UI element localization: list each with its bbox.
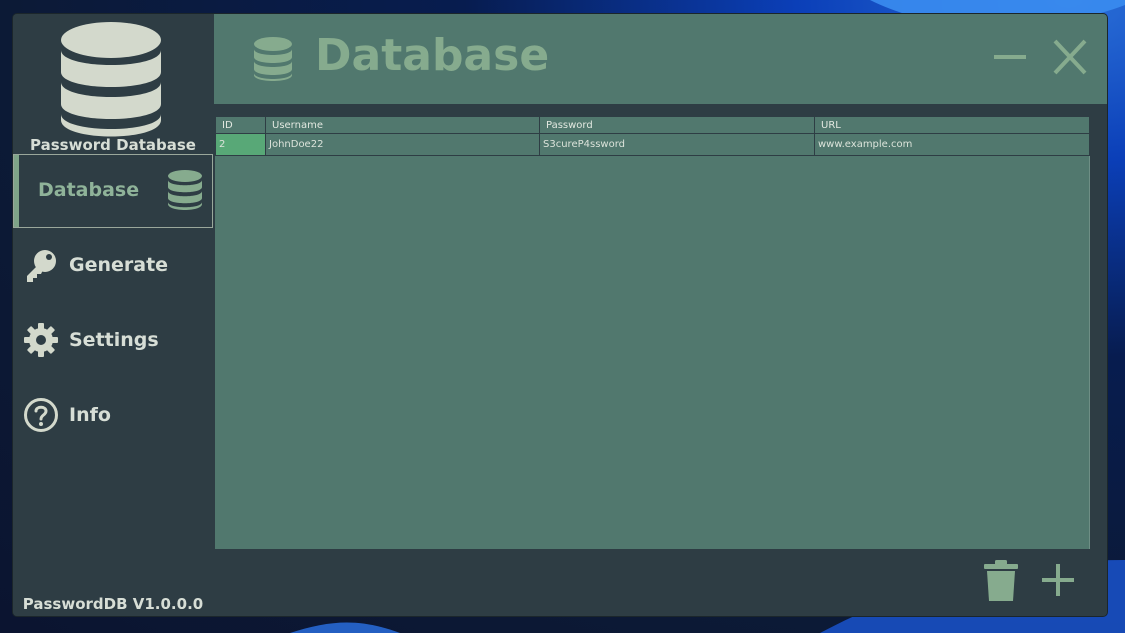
sidebar-item-label: Generate	[69, 254, 169, 276]
active-indicator	[14, 155, 19, 227]
column-header-url[interactable]: URL	[814, 116, 1090, 134]
table-cell-username[interactable]: JohnDoe22	[265, 133, 540, 156]
trash-icon[interactable]	[982, 559, 1020, 603]
page-title: Database	[315, 30, 550, 81]
version-label: PasswordDB V1.0.0.0	[22, 595, 204, 613]
column-header-username[interactable]: Username	[265, 116, 540, 134]
key-icon	[27, 250, 56, 282]
table-header-row: ID Username Password URL	[215, 116, 1090, 134]
column-header-password[interactable]: Password	[539, 116, 815, 134]
app-title: Password Database	[30, 136, 196, 154]
gear-icon	[24, 323, 58, 357]
password-table[interactable]: ID Username Password URL 2 JohnDoe22 S3c…	[215, 116, 1090, 549]
database-logo-icon	[61, 22, 161, 137]
content-area: ID Username Password URL 2 JohnDoe22 S3c…	[214, 104, 1107, 616]
close-icon[interactable]	[1050, 36, 1090, 78]
app-window: Password Database Database Generate Sett…	[13, 14, 1107, 616]
table-cell-id[interactable]: 2	[215, 133, 266, 156]
question-circle-icon	[24, 398, 58, 432]
sidebar-item-generate[interactable]: Generate	[13, 230, 213, 304]
data-grid: ID Username Password URL 2 JohnDoe22 S3c…	[215, 116, 1090, 156]
sidebar: Password Database Database Generate Sett…	[13, 14, 213, 616]
header: Database	[214, 14, 1107, 104]
sidebar-item-database[interactable]: Database	[13, 154, 213, 228]
table-cell-url[interactable]: www.example.com	[814, 133, 1090, 156]
minimize-icon[interactable]	[990, 36, 1030, 78]
sidebar-item-label: Settings	[69, 329, 159, 351]
plus-icon[interactable]	[1040, 562, 1076, 598]
database-icon	[254, 37, 292, 81]
database-icon	[168, 170, 202, 210]
sidebar-item-settings[interactable]: Settings	[13, 305, 213, 379]
table-row[interactable]: 2 JohnDoe22 S3cureP4ssword www.example.c…	[215, 133, 1090, 156]
sidebar-item-label: Database	[38, 179, 140, 201]
column-header-id[interactable]: ID	[215, 116, 266, 134]
table-cell-password[interactable]: S3cureP4ssword	[539, 133, 815, 156]
sidebar-item-label: Info	[69, 404, 111, 426]
sidebar-item-info[interactable]: Info	[13, 380, 213, 454]
